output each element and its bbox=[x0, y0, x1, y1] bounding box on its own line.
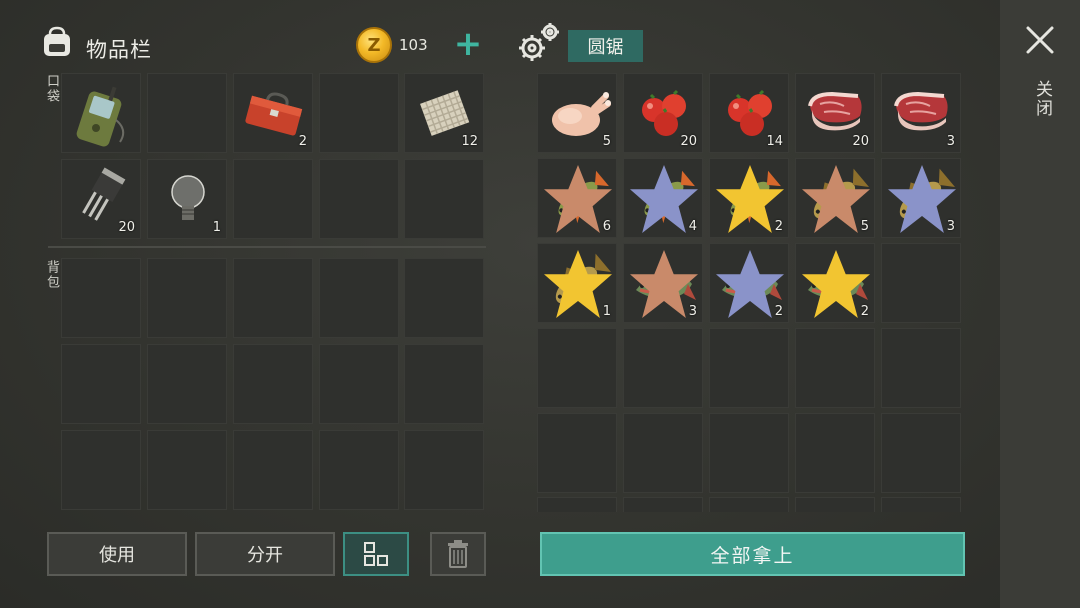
container-slot[interactable] bbox=[881, 243, 961, 323]
container-slot[interactable]: 20 bbox=[623, 73, 703, 153]
pocket-slot[interactable] bbox=[61, 73, 141, 153]
gears-icon bbox=[519, 23, 559, 61]
backpack-slot[interactable] bbox=[404, 258, 484, 338]
item-quantity: 2 bbox=[774, 304, 783, 319]
pocket-slot[interactable] bbox=[233, 159, 313, 239]
container-slot[interactable]: 14 bbox=[709, 73, 789, 153]
trash-icon bbox=[448, 540, 468, 568]
container-slot[interactable] bbox=[881, 328, 961, 408]
pocket-label: 口袋 bbox=[44, 74, 59, 104]
backpack-slot[interactable] bbox=[319, 430, 399, 510]
backpack-slot[interactable] bbox=[147, 344, 227, 424]
grid-sort-icon bbox=[364, 542, 388, 566]
pocket-slot[interactable]: 20 bbox=[61, 159, 141, 239]
split-button[interactable]: 分开 bbox=[195, 532, 335, 576]
inventory-title: 物品栏 bbox=[86, 38, 152, 62]
container-title: 圆锯 bbox=[568, 30, 643, 62]
backpack-slot[interactable] bbox=[233, 430, 313, 510]
sort-button[interactable] bbox=[343, 532, 409, 576]
item-quantity: 5 bbox=[860, 219, 869, 234]
item-quantity: 20 bbox=[118, 220, 135, 235]
container-slot[interactable] bbox=[623, 328, 703, 408]
pocket-slot[interactable] bbox=[319, 159, 399, 239]
container-slot[interactable] bbox=[795, 497, 875, 512]
container-slot[interactable] bbox=[623, 413, 703, 493]
backpack-slot[interactable] bbox=[404, 344, 484, 424]
item-quantity: 2 bbox=[774, 219, 783, 234]
container-slot[interactable]: 3 bbox=[623, 243, 703, 323]
section-divider bbox=[48, 246, 486, 248]
container-slot[interactable] bbox=[623, 497, 703, 512]
item-quantity: 5 bbox=[602, 134, 611, 149]
item-quantity: 3 bbox=[946, 219, 955, 234]
pocket-slot[interactable]: 1 bbox=[147, 159, 227, 239]
container-slot[interactable]: 3 bbox=[881, 73, 961, 153]
trash-button[interactable] bbox=[430, 532, 486, 576]
close-icon[interactable] bbox=[1024, 24, 1056, 56]
item-quantity: 6 bbox=[602, 219, 611, 234]
container-slot[interactable]: 20 bbox=[795, 73, 875, 153]
container-slot[interactable]: 5 bbox=[537, 73, 617, 153]
pocket-slot[interactable] bbox=[147, 73, 227, 153]
coin-count: 103 bbox=[399, 36, 428, 54]
container-slot[interactable] bbox=[537, 413, 617, 493]
item-quantity: 12 bbox=[461, 134, 478, 149]
backpack-slot[interactable] bbox=[233, 344, 313, 424]
backpack-icon bbox=[44, 26, 70, 56]
backpack-slot[interactable] bbox=[233, 258, 313, 338]
pocket-slot[interactable]: 12 bbox=[404, 73, 484, 153]
container-slot[interactable] bbox=[795, 328, 875, 408]
backpack-slot[interactable] bbox=[147, 258, 227, 338]
gps-device-icon bbox=[76, 86, 125, 147]
container-slot[interactable]: 6 bbox=[537, 158, 617, 238]
item-quantity: 14 bbox=[766, 134, 783, 149]
container-slot[interactable]: 1 bbox=[537, 243, 617, 323]
pocket-slot[interactable] bbox=[319, 73, 399, 153]
backpack-slot[interactable] bbox=[61, 430, 141, 510]
item-quantity: 4 bbox=[688, 219, 697, 234]
item-quantity: 1 bbox=[212, 220, 221, 235]
item-quantity: 2 bbox=[298, 134, 307, 149]
backpack-slot[interactable] bbox=[147, 430, 227, 510]
use-button[interactable]: 使用 bbox=[47, 532, 187, 576]
backpack-slot[interactable] bbox=[404, 430, 484, 510]
container-grid: 5 20 14 20 3 6 4 2 5 3 1 3 2 2 bbox=[535, 71, 965, 512]
container-slot[interactable] bbox=[709, 328, 789, 408]
pocket-slot[interactable] bbox=[404, 159, 484, 239]
item-quantity: 3 bbox=[946, 134, 955, 149]
container-slot[interactable] bbox=[881, 413, 961, 493]
item-quantity: 2 bbox=[860, 304, 869, 319]
item-quantity: 1 bbox=[602, 304, 611, 319]
container-slot[interactable]: 2 bbox=[709, 158, 789, 238]
container-slot[interactable] bbox=[795, 413, 875, 493]
add-coins-button[interactable]: + bbox=[450, 27, 486, 63]
backpack-slot[interactable] bbox=[61, 344, 141, 424]
backpack-label: 背包 bbox=[44, 260, 59, 290]
item-quantity: 20 bbox=[852, 134, 869, 149]
coin-icon: Z bbox=[356, 27, 392, 63]
backpack-slot[interactable] bbox=[319, 258, 399, 338]
pocket-slot[interactable]: 2 bbox=[233, 73, 313, 153]
container-slot[interactable]: 2 bbox=[795, 243, 875, 323]
backpack-slot[interactable] bbox=[319, 344, 399, 424]
backpack-slot[interactable] bbox=[61, 258, 141, 338]
container-slot[interactable] bbox=[881, 497, 961, 512]
item-quantity: 3 bbox=[688, 304, 697, 319]
coin-counter: Z 103 + bbox=[356, 27, 486, 63]
container-slot[interactable]: 4 bbox=[623, 158, 703, 238]
container-slot[interactable]: 2 bbox=[709, 243, 789, 323]
container-slot[interactable] bbox=[537, 497, 617, 512]
container-slot[interactable] bbox=[537, 328, 617, 408]
close-label[interactable]: 关闭 bbox=[1030, 80, 1055, 118]
container-slot[interactable]: 3 bbox=[881, 158, 961, 238]
container-slot[interactable]: 5 bbox=[795, 158, 875, 238]
item-quantity: 20 bbox=[680, 134, 697, 149]
container-slot[interactable] bbox=[709, 413, 789, 493]
container-slot[interactable] bbox=[709, 497, 789, 512]
take-all-button[interactable]: 全部拿上 bbox=[540, 532, 965, 576]
